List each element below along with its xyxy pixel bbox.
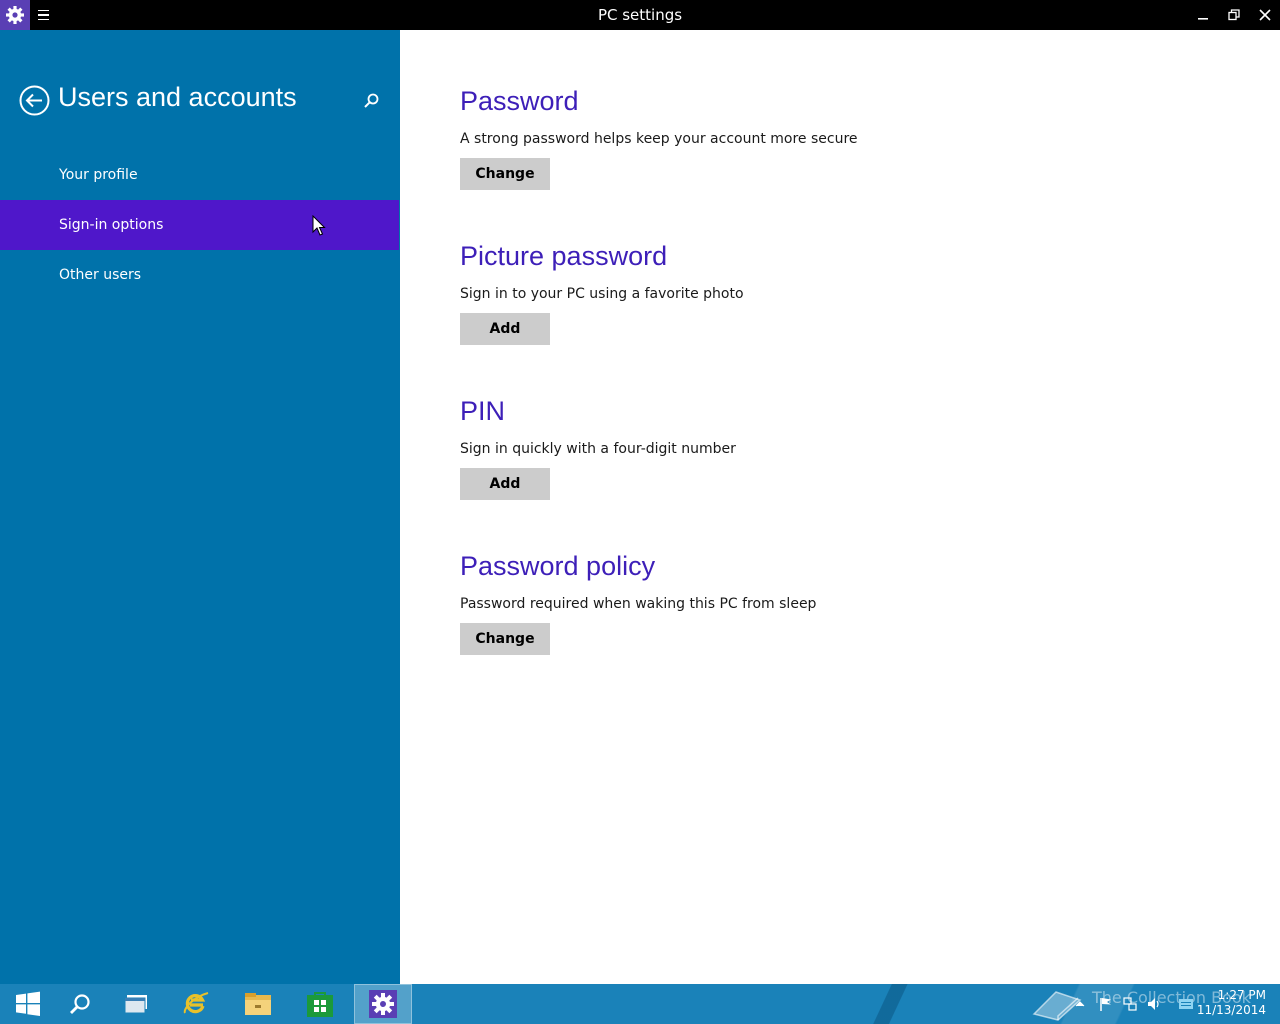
taskbar-decoration xyxy=(860,984,920,1024)
add-picture-password-button[interactable]: Add xyxy=(460,313,550,345)
pin-section: PIN Sign in quickly with a four-digit nu… xyxy=(460,395,736,500)
task-view-icon[interactable] xyxy=(108,984,164,1024)
window-title: PC settings xyxy=(597,6,683,24)
close-icon[interactable] xyxy=(1249,0,1280,30)
sidebar: Users and accounts Your profile Sign-in … xyxy=(0,30,400,984)
section-description: A strong password helps keep your accoun… xyxy=(460,131,858,147)
minimize-icon[interactable] xyxy=(1187,0,1219,30)
keyboard-input-icon[interactable] xyxy=(1178,996,1194,1012)
password-section: Password A strong password helps keep yo… xyxy=(460,85,858,190)
show-hidden-icons-chevron-icon[interactable] xyxy=(1072,996,1088,1012)
volume-icon[interactable] xyxy=(1146,996,1162,1012)
hamburger-menu-icon[interactable] xyxy=(38,7,52,23)
start-icon[interactable] xyxy=(0,984,56,1024)
system-clock[interactable]: 1:27 PM 11/13/2014 xyxy=(1197,988,1266,1018)
back-arrow-icon[interactable] xyxy=(19,85,50,116)
action-center-flag-icon[interactable] xyxy=(1098,996,1114,1012)
section-description: Sign in quickly with a four-digit number xyxy=(460,441,736,457)
password-policy-section: Password policy Password required when w… xyxy=(460,550,816,655)
pc-settings-icon[interactable] xyxy=(354,984,412,1024)
section-heading: Password policy xyxy=(460,551,656,581)
change-password-button[interactable]: Change xyxy=(460,158,550,190)
nav-item-your-profile[interactable]: Your profile xyxy=(0,150,399,200)
section-heading: Picture password xyxy=(460,241,668,271)
gear-icon[interactable] xyxy=(0,0,30,30)
section-description: Password required when waking this PC fr… xyxy=(460,596,817,612)
clock-date: 11/13/2014 xyxy=(1196,1003,1266,1017)
nav-item-sign-in-options[interactable]: Sign-in options xyxy=(0,200,399,250)
picture-password-section: Picture password Sign in to your PC usin… xyxy=(460,240,744,345)
file-explorer-icon[interactable] xyxy=(230,984,286,1024)
clock-time: 1:27 PM xyxy=(1217,988,1266,1002)
search-icon[interactable] xyxy=(52,984,108,1024)
restore-icon[interactable] xyxy=(1218,0,1250,30)
section-heading: Password xyxy=(460,86,579,116)
store-icon[interactable] xyxy=(292,984,348,1024)
main-content: Password A strong password helps keep yo… xyxy=(400,30,1280,984)
title-bar: PC settings xyxy=(0,0,1280,30)
network-icon[interactable] xyxy=(1122,996,1138,1012)
change-password-policy-button[interactable]: Change xyxy=(460,623,550,655)
search-icon[interactable] xyxy=(358,88,384,114)
nav-item-other-users[interactable]: Other users xyxy=(0,250,399,300)
internet-explorer-icon[interactable] xyxy=(168,984,224,1024)
section-heading: PIN xyxy=(460,396,506,426)
section-description: Sign in to your PC using a favorite phot… xyxy=(460,286,744,302)
add-pin-button[interactable]: Add xyxy=(460,468,550,500)
section-title: Users and accounts xyxy=(58,82,297,112)
taskbar: The Collection Book 1:27 PM 11/13/2014 xyxy=(0,984,1280,1024)
mouse-cursor-icon xyxy=(312,214,326,237)
